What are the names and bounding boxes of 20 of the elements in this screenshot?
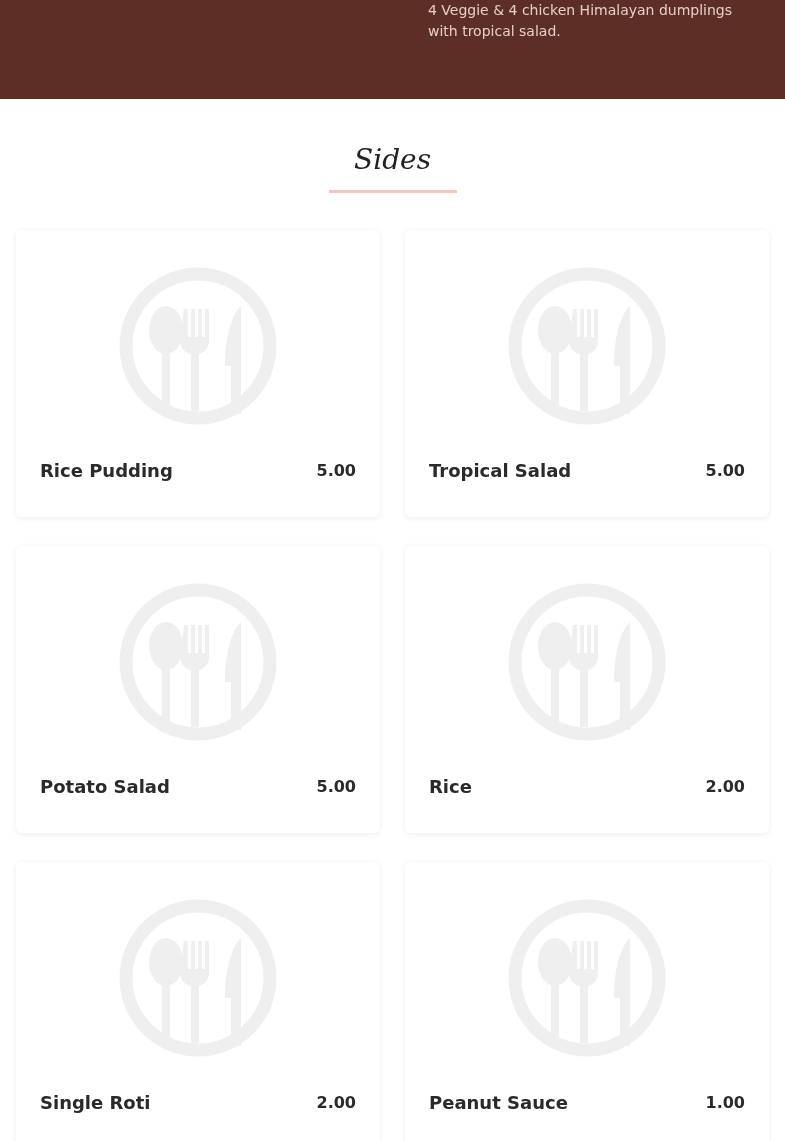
item-price: 5.00 — [316, 777, 356, 796]
item-name: Potato Salad — [40, 776, 170, 797]
item-price: 5.00 — [316, 461, 356, 480]
menu-card[interactable]: Single Roti 2.00 — [16, 862, 380, 1141]
item-name: Single Roti — [40, 1092, 151, 1113]
item-name: Peanut Sauce — [429, 1092, 568, 1113]
item-price: 2.00 — [705, 777, 745, 796]
menu-card[interactable]: Rice 2.00 — [405, 546, 769, 833]
section-title: Sides — [328, 143, 457, 193]
item-name: Tropical Salad — [429, 460, 572, 481]
item-price: 2.00 — [316, 1093, 356, 1112]
menu-card[interactable]: Tropical Salad 5.00 — [405, 230, 769, 517]
menu-card[interactable]: Peanut Sauce 1.00 — [405, 862, 769, 1141]
item-name: Rice — [429, 776, 472, 797]
item-description: 4 Veggie & 4 chicken Himalayan dumplings with tropical salad. — [428, 1, 734, 41]
item-price: 5.00 — [705, 461, 745, 480]
item-price: 1.00 — [705, 1093, 745, 1112]
menu-card[interactable]: Rice Pudding 5.00 — [16, 230, 380, 517]
item-name: Rice Pudding — [40, 460, 173, 481]
menu-card[interactable]: Potato Salad 5.00 — [16, 546, 380, 833]
